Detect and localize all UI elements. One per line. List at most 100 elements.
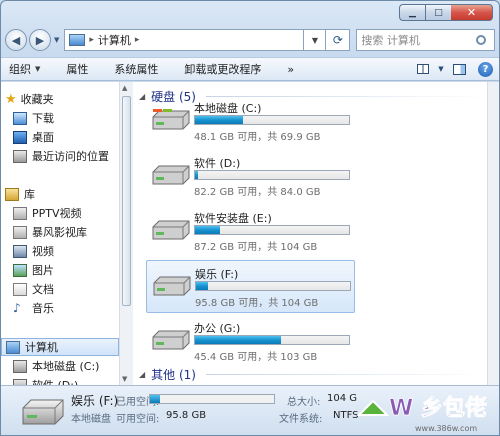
forward-button[interactable]: ▶: [29, 29, 51, 51]
recent-pages-dropdown-icon[interactable]: ▼: [54, 36, 59, 44]
drive-icon: [22, 399, 64, 425]
drive-name: 办公 (G:): [194, 322, 241, 335]
drive-free-space: 95.8 GB 可用，共 104 GB: [195, 298, 319, 309]
drive-icon: [153, 276, 191, 296]
breadcrumb-separator-icon[interactable]: ▸: [89, 35, 94, 45]
drive-usage-fill: [195, 226, 220, 234]
drive-icon: [152, 165, 190, 185]
navigation-scroll-thumb[interactable]: [122, 96, 131, 306]
details-drive-type: 本地磁盘: [71, 414, 111, 425]
breadcrumb-computer[interactable]: 计算机: [98, 32, 131, 48]
nav-local-c-label: 本地磁盘 (C:): [32, 360, 100, 373]
system-drive-icon: [152, 109, 190, 130]
nav-libraries[interactable]: 库: [1, 185, 119, 203]
collapse-icon[interactable]: ◢: [139, 370, 145, 379]
drive-usage-fill: [195, 171, 199, 179]
help-icon[interactable]: ?: [478, 61, 493, 77]
properties-label: 属性: [66, 63, 89, 76]
address-bar[interactable]: ▸ 计算机 ▸: [64, 29, 305, 51]
desktop-icon: [13, 130, 27, 144]
nav-local-disk-c[interactable]: 本地磁盘 (C:): [1, 357, 119, 375]
navigation-scrollbar[interactable]: ▲ ▼: [119, 82, 133, 385]
nav-favorites[interactable]: ★ 收藏夹: [1, 90, 119, 108]
computer-icon: [6, 340, 20, 354]
system-properties-label: 系统属性: [114, 63, 159, 76]
drive-usage-fill: [195, 116, 243, 124]
nav-documents-label: 文档: [32, 283, 54, 296]
details-free-label: 可用空间:: [116, 414, 160, 425]
nav-pptv[interactable]: PPTV视频: [1, 204, 119, 222]
file-list: ◢ 硬盘 (5) 本地磁盘 (C:) 48.1 GB 可用，共 69.9 GB 软件…: [133, 82, 497, 385]
uninstall-label: 卸载或更改程序: [184, 63, 262, 76]
caption-buttons: ▁ □ ✕: [399, 4, 493, 21]
details-total-label: 总大小:: [287, 397, 321, 408]
address-history-dropdown[interactable]: ▼: [304, 29, 327, 51]
preview-pane-icon: [452, 63, 466, 75]
drive-usage-fill: [196, 282, 209, 290]
collapse-icon[interactable]: ◢: [139, 92, 145, 101]
nav-desktop[interactable]: 桌面: [1, 128, 119, 146]
nav-baofeng[interactable]: 暴风影视库: [1, 223, 119, 241]
group-header-other[interactable]: ◢ 其他 (1): [139, 366, 489, 383]
watermark-url: www.386w.com: [415, 424, 477, 433]
scroll-down-icon[interactable]: ▼: [122, 375, 127, 383]
nav-libraries-label: 库: [24, 188, 35, 201]
drive-name: 娱乐 (F:): [195, 268, 239, 281]
search-input[interactable]: 搜索 计算机: [356, 29, 495, 51]
drive-usage-bar: [195, 281, 351, 291]
drive-icon: [152, 330, 190, 350]
drive-usage-bar: [194, 225, 350, 235]
refresh-button[interactable]: ⟳: [326, 29, 351, 51]
nav-software-d[interactable]: 软件 (D:): [1, 376, 119, 385]
system-properties-button[interactable]: 系统属性: [114, 61, 158, 77]
details-total-value: 104 G: [327, 393, 358, 404]
nav-downloads[interactable]: 下载: [1, 109, 119, 127]
minimize-button[interactable]: ▁: [399, 4, 425, 21]
nav-music[interactable]: ♪ 音乐: [1, 299, 119, 317]
music-note-icon: ♪: [13, 301, 21, 315]
organize-button[interactable]: 组织 ▼: [9, 61, 40, 77]
pptv-library-icon: [13, 206, 27, 220]
address-row: ◀ ▶ ▼ ▸ 计算机 ▸ ▼ ⟳ 搜索 计算机: [5, 27, 495, 53]
close-button[interactable]: ✕: [451, 4, 493, 21]
site-watermark-logo: W 乡包佬 www.386w.com: [356, 395, 487, 433]
drive-tile[interactable]: 办公 (G:) 45.4 GB 可用，共 103 GB: [146, 315, 355, 368]
watermark-brand: W 乡包佬: [389, 395, 487, 421]
content-scrollbar[interactable]: [487, 82, 499, 385]
more-commands-button[interactable]: »: [287, 63, 294, 76]
scroll-up-icon[interactable]: ▲: [122, 84, 127, 92]
drive-tile[interactable]: 本地磁盘 (C:) 48.1 GB 可用，共 69.9 GB: [146, 95, 355, 148]
search-placeholder: 搜索 计算机: [361, 34, 420, 47]
drive-tile[interactable]: 软件安装盘 (E:) 87.2 GB 可用，共 104 GB: [146, 205, 355, 258]
view-dropdown-button[interactable]: ▼: [436, 60, 446, 78]
details-drive-name: 娱乐 (F:): [71, 394, 119, 408]
group-divider: [205, 374, 489, 375]
drive-free-space: 82.2 GB 可用，共 84.0 GB: [194, 187, 321, 198]
maximize-button[interactable]: □: [425, 4, 451, 21]
command-bar: 组织 ▼ 属性 系统属性 卸载或更改程序 » ▼ ?: [1, 57, 499, 81]
videos-icon: [13, 244, 27, 258]
drive-tile[interactable]: 娱乐 (F:) 95.8 GB 可用，共 104 GB: [146, 260, 355, 313]
drive-tile[interactable]: 软件 (D:) 82.2 GB 可用，共 84.0 GB: [146, 150, 355, 203]
search-icon: [476, 35, 486, 45]
drive-name: 软件安装盘 (E:): [194, 212, 272, 225]
preview-pane-button[interactable]: [448, 60, 470, 78]
explorer-window: ▁ □ ✕ ◀ ▶ ▼ ▸ 计算机 ▸ ▼ ⟳ 搜索 计算机 组织 ▼ 属性 系统…: [0, 0, 500, 436]
drive-free-space: 48.1 GB 可用，共 69.9 GB: [194, 132, 321, 143]
view-options-button[interactable]: [412, 60, 434, 78]
nav-downloads-label: 下载: [32, 112, 54, 125]
drive-usage-bar: [194, 115, 350, 125]
breadcrumb-chevron-icon[interactable]: ▸: [135, 35, 140, 45]
back-button[interactable]: ◀: [5, 29, 27, 51]
drive-icon: [152, 220, 190, 240]
chevron-down-icon: ▼: [35, 65, 41, 73]
nav-recent-label: 最近访问的位置: [32, 150, 109, 163]
uninstall-button[interactable]: 卸载或更改程序: [184, 61, 261, 77]
drive-usage-bar: [194, 335, 350, 345]
nav-recent-places[interactable]: 最近访问的位置: [1, 147, 119, 165]
nav-documents[interactable]: 文档: [1, 280, 119, 298]
nav-computer[interactable]: 计算机: [1, 338, 119, 356]
nav-videos[interactable]: 视频: [1, 242, 119, 260]
nav-pictures[interactable]: 图片: [1, 261, 119, 279]
properties-button[interactable]: 属性: [66, 61, 88, 77]
